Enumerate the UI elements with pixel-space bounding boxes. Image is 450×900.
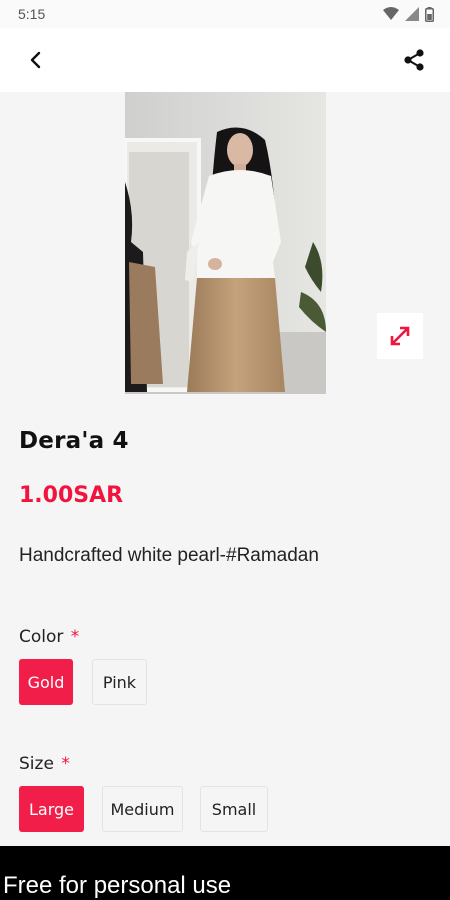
footer-watermark-text: Free for personal use (3, 872, 232, 899)
expand-image-button[interactable] (377, 313, 423, 359)
product-price: 1.00SAR (19, 483, 124, 508)
expand-icon (390, 326, 410, 346)
signal-icon (405, 7, 419, 21)
size-chip-large[interactable]: Large (19, 786, 84, 832)
color-option-label: Color * (19, 627, 79, 647)
status-time: 5:15 (18, 6, 46, 22)
required-mark: * (61, 754, 70, 774)
back-button[interactable] (16, 40, 56, 80)
required-mark: * (70, 627, 80, 647)
status-icons (383, 6, 434, 22)
product-gallery (0, 92, 450, 395)
wifi-icon (383, 7, 399, 20)
share-button[interactable] (394, 40, 434, 80)
size-option-label: Size * (19, 754, 70, 774)
size-label-text: Size (19, 754, 54, 774)
size-chip-small[interactable]: Small (200, 786, 268, 832)
color-chip-gold[interactable]: Gold (19, 659, 73, 705)
color-chip-pink[interactable]: Pink (92, 659, 147, 705)
footer-bar: Free for personal use (0, 846, 450, 900)
color-label-text: Color (19, 627, 64, 647)
size-chip-medium[interactable]: Medium (102, 786, 183, 832)
product-image[interactable] (125, 92, 326, 394)
battery-icon (425, 6, 434, 22)
share-icon (404, 49, 424, 71)
app-bar (0, 28, 450, 92)
product-description: Handcrafted white pearl-#Ramadan (19, 545, 319, 566)
chevron-left-icon (30, 51, 41, 69)
status-bar: 5:15 (0, 0, 450, 28)
product-title: Dera'a 4 (19, 428, 129, 454)
